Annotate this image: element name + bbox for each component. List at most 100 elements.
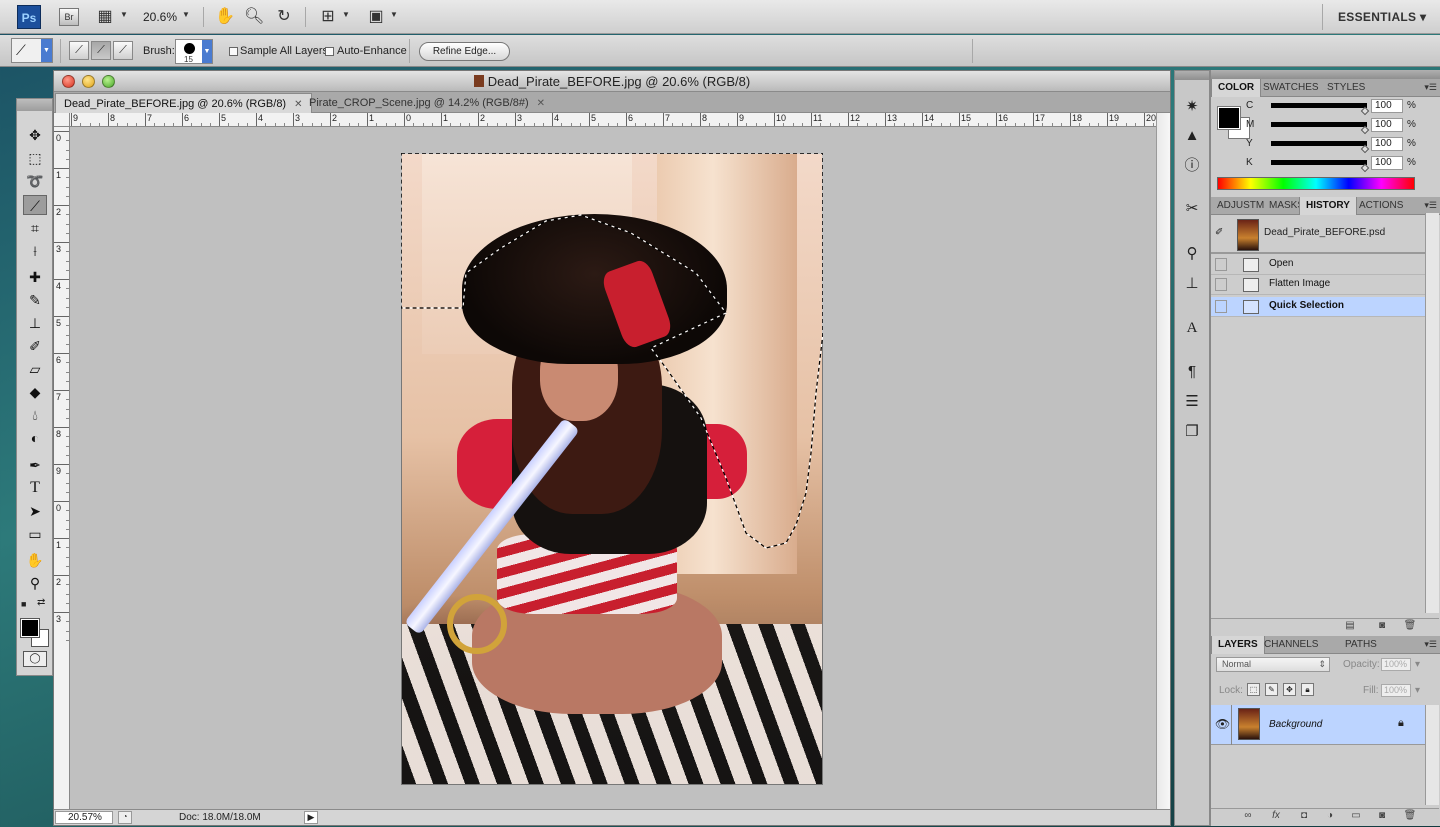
panel-menu-icon[interactable]: ▾☰ xyxy=(1424,200,1437,211)
subtract-from-selection-button[interactable]: ⟋ xyxy=(113,41,133,60)
layer-row-background[interactable]: 👁︎ Background 🔒︎ xyxy=(1211,705,1425,745)
rectangle-tool-icon[interactable]: ▭ xyxy=(23,524,47,544)
tab-channels[interactable]: CHANNELS xyxy=(1258,636,1324,654)
share-icon[interactable]: ◔ xyxy=(118,811,132,824)
history-step-flatten[interactable]: Flatten Image xyxy=(1211,275,1425,295)
view-extras-icon[interactable]: ▦ xyxy=(95,7,115,27)
tab-actions[interactable]: ACTIONS xyxy=(1353,197,1409,215)
tab-color[interactable]: COLOR xyxy=(1211,79,1262,97)
opacity-field[interactable]: 100% xyxy=(1381,658,1411,671)
document-titlebar[interactable]: Dead_Pirate_BEFORE.jpg @ 20.6% (RGB/8) xyxy=(54,71,1170,92)
pen-tool-icon[interactable]: ✒ xyxy=(23,455,47,475)
canvas-area[interactable] xyxy=(70,127,1156,809)
black-value[interactable]: 100 xyxy=(1371,156,1403,170)
chevron-down-icon[interactable]: ▼ xyxy=(390,10,398,19)
character-icon[interactable]: A xyxy=(1181,317,1203,339)
history-snapshot[interactable]: ✐ Dead_Pirate_BEFORE.psd xyxy=(1211,216,1425,254)
path-selection-tool-icon[interactable]: ➤ xyxy=(23,501,47,521)
eraser-tool-icon[interactable]: ▱ xyxy=(23,359,47,379)
chevron-down-icon[interactable]: ▾ xyxy=(1415,685,1420,696)
brushes-icon[interactable]: ✂ xyxy=(1181,198,1203,220)
workspace-switcher[interactable]: ESSENTIALS ▾ xyxy=(1338,10,1426,24)
close-icon[interactable]: ✕ xyxy=(537,98,545,109)
tools-panel-header[interactable] xyxy=(17,99,52,111)
brush-picker[interactable]: 15 ▼ xyxy=(175,39,213,64)
dodge-tool-icon[interactable]: ◐ xyxy=(23,428,47,448)
lock-position-icon[interactable]: ✥ xyxy=(1283,683,1296,696)
type-tool-icon[interactable]: T xyxy=(23,478,47,498)
quick-selection-tool-icon[interactable]: ⟋ xyxy=(23,195,47,215)
adjustment-layer-icon[interactable]: ◑ xyxy=(1323,810,1337,822)
lock-pixels-icon[interactable]: ✎ xyxy=(1265,683,1278,696)
chevron-down-icon[interactable]: ▼ xyxy=(120,10,128,19)
tool-presets-icon[interactable]: ⚲ xyxy=(1181,243,1203,265)
clone-stamp-tool-icon[interactable]: ⊥ xyxy=(23,313,47,333)
black-slider-thumb[interactable] xyxy=(1360,163,1370,173)
chevron-down-icon[interactable]: ▾ xyxy=(1415,659,1420,670)
hand-tool-icon[interactable]: ✋ xyxy=(23,550,47,570)
tab-paths[interactable]: PATHS xyxy=(1339,636,1383,654)
color-spectrum-ramp[interactable] xyxy=(1217,177,1415,190)
marquee-tool-icon[interactable]: ⬚ xyxy=(23,148,47,168)
crop-tool-icon[interactable]: ⌗ xyxy=(23,218,47,238)
refine-edge-button[interactable]: Refine Edge... xyxy=(419,42,510,61)
layers-scrollbar[interactable] xyxy=(1425,705,1439,805)
status-zoom-field[interactable]: 20.57% xyxy=(55,811,113,824)
tab-history[interactable]: HISTORY xyxy=(1299,197,1357,215)
paragraph-icon[interactable]: ¶ xyxy=(1181,361,1203,383)
lock-transparency-icon[interactable]: ⬚ xyxy=(1247,683,1260,696)
notes-icon[interactable]: ☰ xyxy=(1181,391,1203,413)
trash-icon[interactable]: 🗑︎ xyxy=(1403,620,1417,632)
lock-all-icon[interactable]: 🔒︎ xyxy=(1301,683,1314,696)
rotate-view-icon[interactable]: ↻ xyxy=(274,7,294,27)
eye-icon[interactable]: 👁︎ xyxy=(1215,717,1230,731)
cyan-slider[interactable] xyxy=(1271,103,1367,108)
panel-menu-icon[interactable]: ▾☰ xyxy=(1424,82,1437,93)
panel-menu-icon[interactable]: ▾☰ xyxy=(1424,639,1437,650)
blur-tool-icon[interactable]: 💧︎ xyxy=(23,405,47,425)
new-selection-button[interactable]: ⟋ xyxy=(69,41,89,60)
brush-tool-icon[interactable]: ✎ xyxy=(23,290,47,310)
panel-column-header[interactable] xyxy=(1211,70,1440,79)
history-scrollbar[interactable] xyxy=(1425,213,1439,613)
black-slider[interactable] xyxy=(1271,160,1367,165)
histogram-icon[interactable]: ▲ xyxy=(1181,125,1203,147)
new-layer-icon[interactable]: ◙ xyxy=(1375,810,1389,822)
new-snapshot-icon[interactable]: ◙ xyxy=(1375,620,1389,632)
vertical-ruler[interactable]: 0 1 2 3 4 5 6 7 8 9 0 1 2 3 xyxy=(54,127,70,809)
magenta-slider-thumb[interactable] xyxy=(1360,125,1370,135)
foreground-color-swatch[interactable] xyxy=(1217,106,1241,130)
lasso-tool-icon[interactable]: ➰ xyxy=(23,171,47,191)
bridge-button[interactable]: Br xyxy=(59,8,79,26)
chevron-down-icon[interactable]: ▼ xyxy=(182,10,190,19)
foreground-color-swatch[interactable] xyxy=(20,618,40,638)
magenta-slider[interactable] xyxy=(1271,122,1367,127)
paint-bucket-tool-icon[interactable]: ◆ xyxy=(23,382,47,402)
cyan-value[interactable]: 100 xyxy=(1371,99,1403,113)
blend-mode-select[interactable]: Normal ⇕ xyxy=(1216,657,1330,672)
chevron-down-icon[interactable]: ▼ xyxy=(342,10,350,19)
yellow-value[interactable]: 100 xyxy=(1371,137,1403,151)
swap-colors-icon[interactable]: ⇄ xyxy=(37,597,45,608)
zoom-tool-icon[interactable]: ⚲ xyxy=(23,573,47,593)
info-icon[interactable]: ⓘ xyxy=(1181,155,1203,177)
new-group-icon[interactable]: ▭ xyxy=(1349,810,1363,822)
magenta-value[interactable]: 100 xyxy=(1371,118,1403,132)
ruler-origin[interactable] xyxy=(54,113,70,127)
history-step-quick-selection[interactable]: Quick Selection xyxy=(1211,297,1425,317)
vertical-scrollbar[interactable] xyxy=(1156,113,1170,809)
add-mask-icon[interactable]: ◘ xyxy=(1297,810,1311,822)
horizontal-ruler[interactable]: 9 8 7 6 5 4 3 2 1 0 1 2 3 4 5 6 7 8 9 10 11 12 13 14 15 16 17 18 19 2… xyxy=(70,113,1156,127)
zoom-level-dropdown[interactable]: 20.6% xyxy=(143,10,177,24)
layer-style-icon[interactable]: fx xyxy=(1269,810,1283,822)
tab-styles[interactable]: STYLES xyxy=(1321,79,1371,97)
layer-comps-icon[interactable]: ❐ xyxy=(1181,421,1203,443)
status-menu-arrow-icon[interactable]: ▶ xyxy=(304,811,318,824)
tool-preset-picker[interactable]: ⟋ ▼ xyxy=(11,38,53,63)
zoom-tool-icon[interactable]: 🔍︎ xyxy=(244,7,264,27)
yellow-slider[interactable] xyxy=(1271,141,1367,146)
healing-brush-tool-icon[interactable]: ✚ xyxy=(23,267,47,287)
tab-layers[interactable]: LAYERS xyxy=(1211,636,1265,654)
trash-icon[interactable]: 🗑︎ xyxy=(1403,810,1417,822)
fill-field[interactable]: 100% xyxy=(1381,684,1411,697)
